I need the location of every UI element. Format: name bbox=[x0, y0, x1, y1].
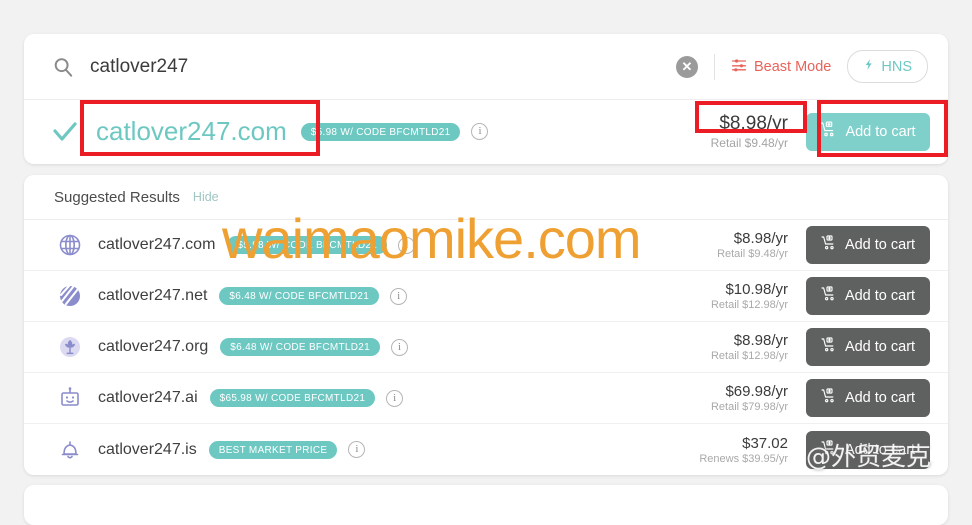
suggested-price-block: $8.98/yr Retail $9.48/yr bbox=[717, 230, 788, 260]
cart-plus-icon bbox=[821, 337, 837, 357]
search-icon bbox=[52, 56, 74, 78]
suggested-domain-name[interactable]: catlover247.com bbox=[98, 236, 215, 254]
sliders-icon bbox=[731, 57, 747, 77]
primary-add-to-cart-button[interactable]: Add to cart bbox=[806, 112, 930, 151]
search-input[interactable] bbox=[90, 55, 676, 78]
suggested-promo-badge: $5.98 W/ CODE BFCMTLD21 bbox=[227, 236, 388, 254]
clear-search-button[interactable]: ✕ bbox=[675, 55, 698, 78]
hns-label: HNS bbox=[881, 58, 912, 75]
suggested-add-to-cart-label: Add to cart bbox=[844, 441, 916, 458]
checkmark-icon bbox=[52, 119, 78, 145]
cart-plus-icon bbox=[821, 439, 837, 460]
suggested-domain-name[interactable]: catlover247.is bbox=[98, 441, 197, 459]
beast-mode-label: Beast Mode bbox=[753, 58, 832, 75]
suggested-price-sub: Retail $12.98/yr bbox=[710, 299, 788, 311]
bell-icon bbox=[58, 438, 82, 462]
cart-plus-icon bbox=[820, 121, 837, 142]
suggested-promo-badge: $65.98 W/ CODE BFCMTLD21 bbox=[209, 389, 376, 407]
suggested-add-to-cart-label: Add to cart bbox=[844, 339, 916, 355]
suggested-add-to-cart-label: Add to cart bbox=[844, 288, 916, 304]
suggested-promo-badge: $6.48 W/ CODE BFCMTLD21 bbox=[219, 287, 380, 305]
suggested-price-block: $69.98/yr Retail $79.98/yr bbox=[711, 383, 788, 413]
suggested-add-to-cart-button[interactable]: Add to cart bbox=[806, 277, 930, 315]
suggested-results-header: Suggested Results Hide bbox=[24, 175, 948, 220]
suggested-price-block: $8.98/yr Retail $12.98/yr bbox=[711, 332, 788, 362]
net-swirl-icon bbox=[58, 284, 82, 308]
suggested-result-row[interactable]: catlover247.com $5.98 W/ CODE BFCMTLD21 i $… bbox=[24, 220, 948, 271]
suggested-domain-name[interactable]: catlover247.ai bbox=[98, 389, 198, 407]
suggested-result-row[interactable]: catlover247.ai $65.98 W/ CODE BFCMTLD21 i $… bbox=[24, 373, 948, 424]
info-icon[interactable]: i bbox=[390, 287, 408, 305]
suggested-promo-badge: BEST MARKET PRICE bbox=[208, 440, 338, 459]
toolbar-divider bbox=[713, 53, 715, 80]
robot-icon bbox=[58, 386, 82, 410]
suggested-price-block: $37.02 Renews $39.95/yr bbox=[699, 435, 788, 465]
suggested-price-sub: Renews $39.95/yr bbox=[699, 452, 788, 465]
primary-promo-badge: $5.98 W/ CODE BFCMTLD21 bbox=[300, 122, 461, 141]
lightning-icon bbox=[863, 58, 876, 75]
suggested-price-block: $10.98/yr Retail $12.98/yr bbox=[711, 281, 788, 311]
search-card: ✕ Beast Mode HNS bbox=[24, 34, 948, 164]
info-icon[interactable]: i bbox=[386, 389, 404, 407]
search-bar[interactable]: ✕ Beast Mode HNS bbox=[24, 34, 948, 100]
beast-mode-button[interactable]: Beast Mode bbox=[731, 57, 831, 77]
primary-price: $8.98/yr bbox=[719, 113, 788, 134]
cart-plus-icon bbox=[821, 235, 837, 255]
primary-domain-name[interactable]: catlover247.com bbox=[96, 116, 287, 147]
suggested-domain-name[interactable]: catlover247.org bbox=[98, 338, 208, 356]
primary-result-row[interactable]: catlover247.com $5.98 W/ CODE BFCMTLD21 … bbox=[24, 100, 948, 163]
suggested-result-row[interactable]: catlover247.org $6.48 W/ CODE BFCMTLD21 i $… bbox=[24, 322, 948, 373]
suggested-price: $10.98/yr bbox=[725, 281, 788, 298]
suggested-result-row[interactable]: catlover247.is BEST MARKET PRICE i $37.02 Re… bbox=[24, 424, 948, 475]
suggested-results-list: catlover247.com $5.98 W/ CODE BFCMTLD21 i $… bbox=[24, 220, 948, 475]
info-icon[interactable]: i bbox=[348, 441, 366, 458]
suggested-price: $37.02 bbox=[742, 434, 788, 452]
info-icon[interactable]: i bbox=[471, 123, 489, 140]
suggested-price: $8.98/yr bbox=[733, 230, 788, 247]
suggested-add-to-cart-button[interactable]: Add to cart bbox=[806, 430, 930, 469]
primary-add-to-cart-label: Add to cart bbox=[845, 123, 916, 140]
suggested-add-to-cart-label: Add to cart bbox=[844, 390, 916, 406]
suggested-price: $69.98/yr bbox=[725, 383, 788, 400]
suggested-promo-badge: $6.48 W/ CODE BFCMTLD21 bbox=[220, 338, 381, 356]
hns-button[interactable]: HNS bbox=[847, 50, 928, 83]
globe-icon bbox=[58, 233, 82, 257]
primary-retail-price: Retail $9.48/yr bbox=[710, 136, 788, 150]
cart-plus-icon bbox=[821, 286, 837, 306]
suggested-price: $8.98/yr bbox=[733, 332, 788, 349]
suggested-add-to-cart-button[interactable]: Add to cart bbox=[806, 328, 930, 366]
suggested-results-title: Suggested Results bbox=[54, 188, 180, 206]
primary-price-block: $8.98/yr Retail $9.48/yr bbox=[711, 113, 788, 150]
suggested-results-card: Suggested Results Hide catlover247.com $5… bbox=[24, 175, 948, 475]
suggested-add-to-cart-button[interactable]: Add to cart bbox=[806, 226, 930, 264]
cart-plus-icon bbox=[821, 388, 837, 408]
suggested-add-to-cart-button[interactable]: Add to cart bbox=[806, 379, 930, 417]
suggested-result-row[interactable]: catlover247.net $6.48 W/ CODE BFCMTLD21 i $… bbox=[24, 271, 948, 322]
suggested-add-to-cart-label: Add to cart bbox=[844, 237, 916, 253]
org-flower-icon bbox=[58, 335, 82, 359]
suggested-price-sub: Retail $79.98/yr bbox=[710, 401, 788, 413]
suggested-price-sub: Retail $9.48/yr bbox=[717, 248, 788, 260]
info-icon[interactable]: i bbox=[398, 236, 416, 254]
info-icon[interactable]: i bbox=[391, 338, 409, 356]
next-section-card bbox=[24, 485, 948, 525]
suggested-domain-name[interactable]: catlover247.net bbox=[98, 287, 207, 305]
hide-suggested-button[interactable]: Hide bbox=[193, 190, 219, 204]
suggested-price-sub: Retail $12.98/yr bbox=[710, 350, 788, 362]
